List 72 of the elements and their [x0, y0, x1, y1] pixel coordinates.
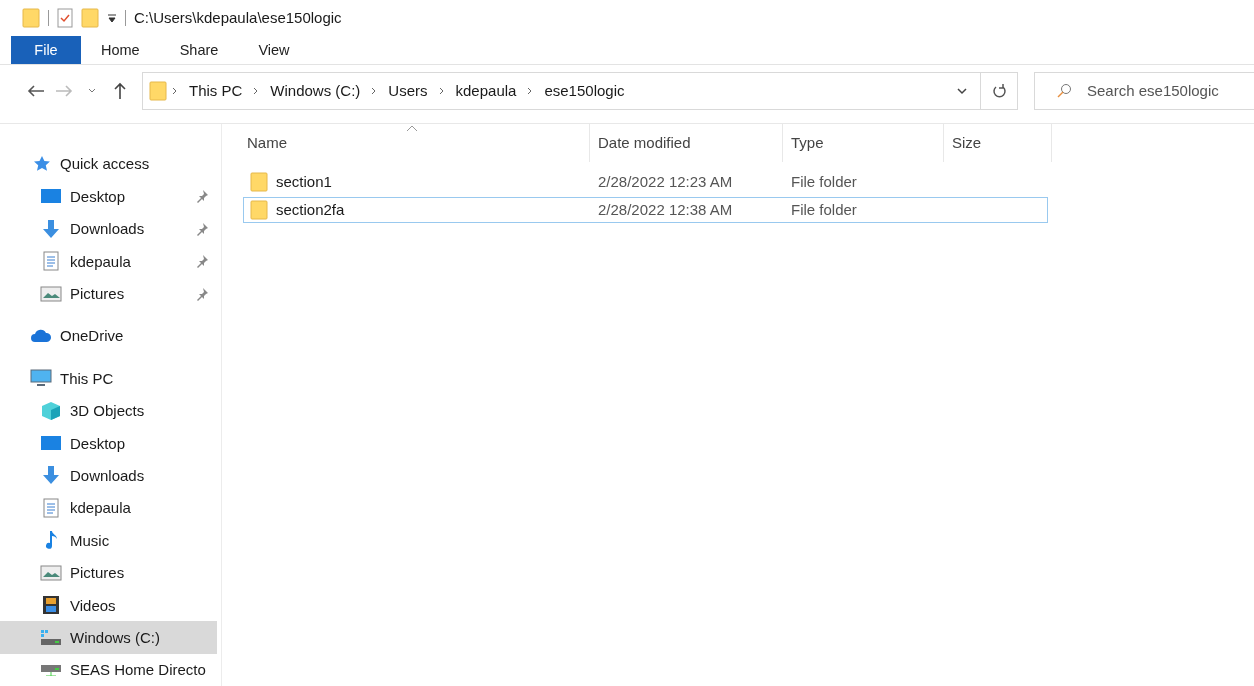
breadcrumb[interactable]: ese150logic [538, 82, 631, 100]
sidebar-item[interactable]: Downloads [0, 459, 217, 492]
document-icon [40, 497, 62, 518]
folder-icon [22, 7, 40, 28]
refresh-icon [992, 82, 1006, 99]
pictures-icon [40, 562, 62, 583]
download-arrow-icon [40, 465, 62, 486]
computer-icon [30, 368, 52, 389]
chevron-icon [437, 85, 446, 96]
column-header[interactable]: Type [783, 123, 944, 162]
sidebar-item[interactable]: Music [0, 524, 217, 557]
sidebar-item[interactable]: OneDrive [0, 319, 217, 353]
pin-icon[interactable] [195, 189, 209, 204]
pin-icon[interactable] [195, 286, 209, 301]
drive-icon [40, 627, 62, 648]
search-field[interactable]: Search ese150logic [1034, 71, 1254, 110]
file-type: File folder [791, 173, 857, 191]
sidebar-item[interactable]: Pictures [0, 556, 217, 589]
column-header[interactable]: Name [243, 123, 590, 162]
sidebar-item[interactable]: 3D Objects [0, 394, 217, 427]
sidebar-item[interactable]: Pictures [0, 277, 217, 310]
file-row[interactable]: section1 2/28/2022 12:23 AM File folder [243, 168, 1048, 195]
up-arrow-icon [113, 81, 127, 100]
column-header[interactable]: Size [944, 123, 1052, 162]
sidebar-item[interactable]: Quick access [0, 147, 217, 181]
file-name: section2fa [276, 201, 345, 219]
sidebar-item[interactable]: kdepaula [0, 244, 217, 278]
pin-icon[interactable] [195, 221, 209, 236]
chevron-down-icon [87, 86, 97, 95]
dropdown-icon[interactable] [107, 12, 117, 23]
film-icon [40, 595, 62, 615]
sort-caret-icon [406, 123, 418, 132]
forward-arrow-icon [55, 83, 73, 98]
ribbon-tab[interactable]: View [238, 35, 310, 65]
sidebar-item[interactable]: Desktop [0, 426, 217, 460]
sidebar-item[interactable]: Downloads [0, 212, 217, 245]
breadcrumb[interactable]: This PC [183, 82, 249, 100]
ribbon-tab[interactable]: Home [81, 35, 160, 65]
download-arrow-icon [40, 218, 62, 239]
date-modified: 2/28/2022 12:38 AM [598, 201, 733, 219]
file-type: File folder [791, 201, 857, 219]
address-bar[interactable]: This PC Windows (C:) Users kdepaula ese150logic [142, 71, 1018, 110]
breadcrumb[interactable]: Windows (C:) [264, 82, 367, 100]
folder-icon [250, 199, 268, 220]
properties-icon[interactable] [57, 7, 73, 28]
sidebar-item[interactable]: SEAS Home Directo [0, 653, 217, 686]
sidebar-item[interactable]: kdepaula [0, 491, 217, 525]
column-header[interactable]: Date modified [590, 123, 783, 162]
sidebar-item[interactable]: Desktop [0, 180, 217, 213]
file-name: section1 [276, 173, 332, 191]
ribbon-tab[interactable]: File [11, 35, 81, 65]
folder-icon [250, 171, 268, 192]
pictures-icon [40, 283, 62, 304]
folder-icon [149, 80, 167, 101]
ribbon-tab[interactable]: Share [159, 35, 239, 65]
breadcrumb[interactable]: kdepaula [449, 82, 523, 100]
chevron-down-icon [956, 86, 968, 95]
cube-icon [40, 400, 62, 421]
pin-icon[interactable] [195, 254, 209, 269]
sidebar-item[interactable]: Videos [0, 588, 217, 622]
back-arrow-icon [27, 83, 45, 98]
sidebar-item[interactable]: This PC [0, 362, 217, 395]
search-icon [1056, 82, 1072, 99]
new-folder-icon [81, 7, 99, 28]
sidebar-item[interactable]: Windows (C:) [0, 621, 217, 654]
network-drive-icon [40, 663, 62, 676]
file-row[interactable]: section2fa 2/28/2022 12:38 AM File folder [243, 196, 1048, 223]
chevron-icon [171, 85, 179, 96]
date-modified: 2/28/2022 12:23 AM [598, 173, 733, 191]
window-title: C:\Users\kdepaula\ese150logic [134, 9, 342, 27]
document-icon [40, 251, 62, 272]
breadcrumb[interactable]: Users [382, 82, 434, 100]
